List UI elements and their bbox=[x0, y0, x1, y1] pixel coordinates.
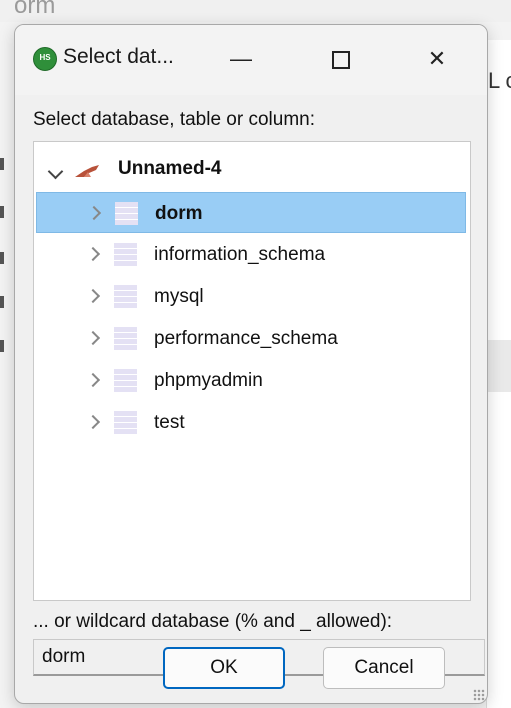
background-text: orm bbox=[14, 0, 56, 19]
cancel-button[interactable]: Cancel bbox=[323, 647, 445, 689]
chevron-down-icon[interactable] bbox=[47, 163, 64, 180]
close-button[interactable]: ✕ bbox=[417, 43, 457, 75]
chevron-right-icon[interactable] bbox=[85, 330, 101, 346]
background-mark bbox=[0, 158, 4, 170]
tree-item-label: mysql bbox=[154, 286, 204, 307]
tree-item-label: performance_schema bbox=[154, 328, 338, 349]
tree-item-test[interactable]: test bbox=[36, 402, 466, 443]
background-mark bbox=[0, 252, 4, 264]
tree-item-label: information_schema bbox=[154, 244, 326, 265]
dolphin-connection-icon bbox=[75, 165, 99, 177]
background-mark bbox=[0, 206, 4, 218]
ok-button[interactable]: OK bbox=[163, 647, 285, 689]
tree-item-information-schema[interactable]: information_schema bbox=[36, 234, 466, 275]
minimize-icon: — bbox=[230, 46, 252, 71]
tree-item-mysql[interactable]: mysql bbox=[36, 276, 466, 317]
heidisql-app-icon: HS bbox=[33, 47, 57, 71]
maximize-icon bbox=[332, 51, 350, 70]
background-mark bbox=[0, 340, 4, 352]
database-icon bbox=[114, 285, 137, 308]
database-icon bbox=[114, 243, 137, 266]
close-icon: ✕ bbox=[427, 46, 447, 71]
tree-item-dorm[interactable]: dorm bbox=[36, 192, 466, 233]
chevron-right-icon[interactable] bbox=[85, 288, 101, 304]
database-icon bbox=[114, 327, 137, 350]
database-icon bbox=[114, 411, 137, 434]
tree-item-label: test bbox=[154, 412, 185, 433]
chevron-right-icon[interactable] bbox=[85, 372, 101, 388]
chevron-right-icon[interactable] bbox=[85, 414, 101, 430]
tree-item-performance-schema[interactable]: performance_schema bbox=[36, 318, 466, 359]
background-text: L c bbox=[488, 68, 511, 93]
background-mark bbox=[0, 296, 4, 308]
title-bar[interactable]: HS Select dat... — ✕ bbox=[15, 25, 487, 95]
tree-item-phpmyadmin[interactable]: phpmyadmin bbox=[36, 360, 466, 401]
resize-grip-icon[interactable] bbox=[473, 689, 485, 701]
dialog-title: Select dat... bbox=[63, 45, 174, 68]
database-tree[interactable]: Unnamed-4 dorm information_schema mysql … bbox=[33, 141, 471, 601]
background-window-top: orm bbox=[0, 0, 511, 22]
tree-item-label: dorm bbox=[155, 203, 203, 224]
chevron-right-icon[interactable] bbox=[86, 205, 102, 221]
minimize-button[interactable]: — bbox=[221, 43, 261, 75]
app-icon-text: HS bbox=[39, 53, 51, 62]
select-prompt-label: Select database, table or column: bbox=[33, 109, 316, 130]
database-icon bbox=[115, 202, 138, 225]
maximize-button[interactable] bbox=[321, 43, 361, 75]
select-database-dialog: HS Select dat... — ✕ Select database, ta… bbox=[14, 24, 488, 704]
database-icon bbox=[114, 369, 137, 392]
tree-root-label: Unnamed-4 bbox=[118, 158, 222, 179]
chevron-right-icon[interactable] bbox=[85, 246, 101, 262]
wildcard-label: ... or wildcard database (% and _ allowe… bbox=[33, 611, 393, 632]
tree-item-label: phpmyadmin bbox=[154, 370, 263, 391]
background-band bbox=[486, 340, 511, 392]
